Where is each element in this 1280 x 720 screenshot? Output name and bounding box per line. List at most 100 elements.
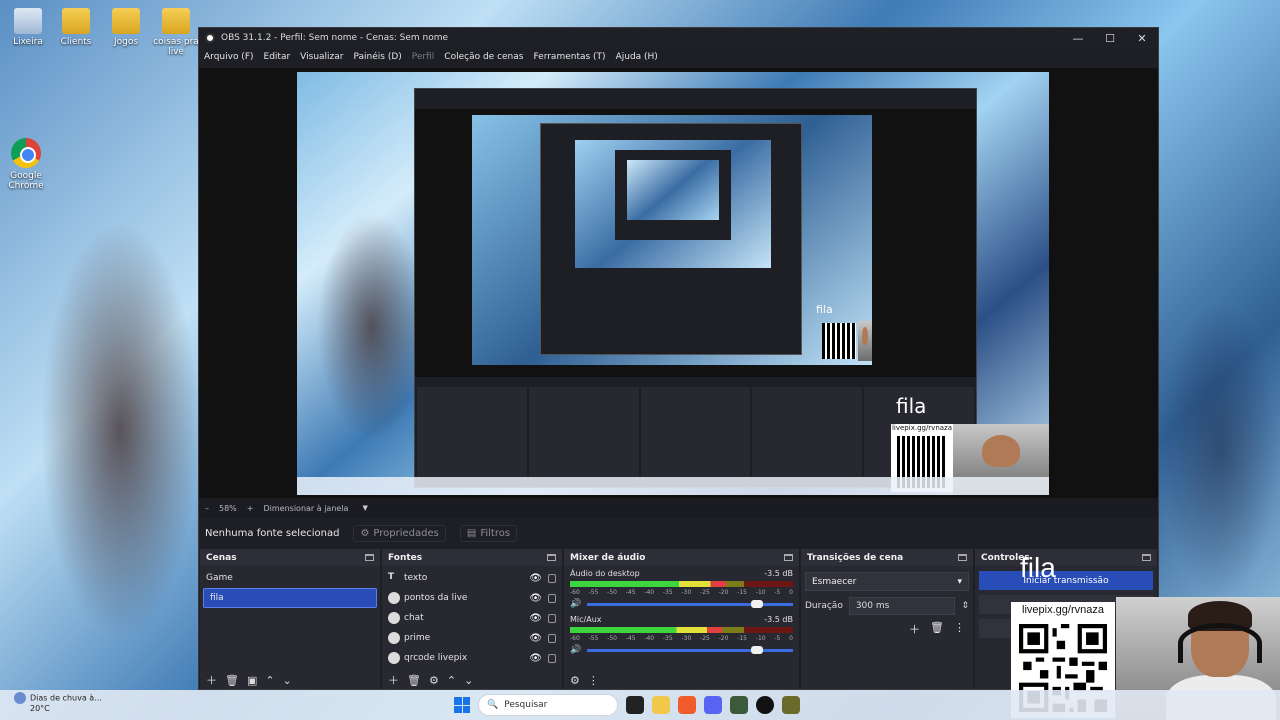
- undock-icon[interactable]: [784, 554, 793, 561]
- add-source-icon[interactable]: ＋: [388, 672, 399, 688]
- preview-area[interactable]: fila fila livepix.gg/rvnaza: [199, 68, 1158, 498]
- taskbar-apps: 🔍 Pesquisar: [454, 694, 800, 716]
- task-view-icon[interactable]: [626, 696, 644, 714]
- meter-tick-label: -25: [700, 589, 710, 596]
- menu-editar[interactable]: Editar: [264, 52, 291, 62]
- source-name: texto: [404, 573, 428, 583]
- eye-icon[interactable]: 👁: [529, 653, 542, 664]
- lock-icon[interactable]: [548, 613, 556, 623]
- scene-filters-icon[interactable]: ▣: [247, 674, 257, 687]
- source-item-pontos-da-live[interactable]: pontos da live 👁: [382, 588, 562, 608]
- desktop-icon-clients[interactable]: Clients: [48, 8, 104, 47]
- lock-icon[interactable]: [548, 633, 556, 643]
- eye-icon[interactable]: 👁: [529, 573, 542, 584]
- discord-icon[interactable]: [704, 696, 722, 714]
- filter-icon: ▤: [466, 527, 477, 539]
- nested-dock: [640, 387, 751, 485]
- more-options-icon[interactable]: ⋮: [954, 621, 965, 637]
- stepper-icon[interactable]: ⇕: [961, 601, 969, 611]
- desktop-icon-coisas-pra-live[interactable]: coisas pra live: [148, 8, 204, 57]
- eye-icon[interactable]: 👁: [529, 633, 542, 644]
- more-options-icon[interactable]: ⋮: [588, 674, 599, 687]
- game-app-icon[interactable]: [730, 696, 748, 714]
- meter-ticks: -60 -55 -50 -45 -40 -35 -30 -25 -20 -15 -10 -5 0: [570, 635, 793, 642]
- weather-temperature: 20°C: [30, 704, 50, 713]
- volume-slider-handle[interactable]: [751, 645, 763, 654]
- window-title: OBS 31.1.2 - Perfil: Sem nome - Cenas: S…: [221, 33, 449, 43]
- source-settings-icon[interactable]: ⚙: [429, 674, 439, 687]
- brave-browser-icon[interactable]: [678, 696, 696, 714]
- source-item-chat[interactable]: chat 👁: [382, 608, 562, 628]
- remove-source-icon[interactable]: 🗑: [407, 674, 421, 687]
- add-scene-icon[interactable]: ＋: [206, 672, 217, 688]
- move-up-icon[interactable]: ⌃: [265, 674, 274, 687]
- windows-start-icon[interactable]: [454, 697, 470, 713]
- duration-label: Duração: [805, 601, 843, 611]
- gear-icon: ⚙: [360, 527, 370, 539]
- canvas-queue-text: fila: [896, 394, 927, 418]
- meter-tick-label: -30: [681, 589, 692, 596]
- fit-to-window-button[interactable]: Dimensionar à janela: [263, 504, 348, 513]
- meter-tick-label: -35: [662, 589, 673, 596]
- menu-paineis[interactable]: Painéis (D): [353, 52, 401, 62]
- eye-icon[interactable]: 👁: [529, 593, 542, 604]
- remove-transition-icon[interactable]: 🗑: [930, 621, 944, 637]
- scale-bar: – 58% + Dimensionar à janela ▼: [199, 498, 1158, 518]
- taskbar-search[interactable]: 🔍 Pesquisar: [478, 694, 618, 716]
- lock-icon[interactable]: [548, 653, 556, 663]
- preview-canvas[interactable]: fila fila livepix.gg/rvnaza: [297, 72, 1049, 495]
- maximize-button[interactable]: ☐: [1094, 32, 1126, 45]
- close-button[interactable]: ✕: [1126, 32, 1158, 45]
- move-up-icon[interactable]: ⌃: [447, 674, 456, 687]
- source-name: prime: [404, 633, 431, 643]
- minimize-button[interactable]: —: [1062, 32, 1094, 45]
- scenes-title: Cenas: [206, 552, 237, 563]
- menu-visualizar[interactable]: Visualizar: [300, 52, 343, 62]
- eye-icon[interactable]: 👁: [529, 613, 542, 624]
- menu-colecao-de-cenas[interactable]: Coleção de cenas: [444, 52, 523, 62]
- volume-slider-handle[interactable]: [751, 599, 763, 608]
- menu-ferramentas[interactable]: Ferramentas (T): [533, 52, 605, 62]
- menu-arquivo[interactable]: Arquivo (F): [204, 52, 254, 62]
- obs-app-icon[interactable]: [756, 696, 774, 714]
- desktop-icon-jogos[interactable]: Jogos: [98, 8, 154, 47]
- game-launcher-icon[interactable]: [782, 696, 800, 714]
- move-down-icon[interactable]: ⌄: [464, 674, 473, 687]
- zoom-in-button[interactable]: +: [247, 504, 254, 513]
- start-streaming-button[interactable]: Iniciar transmissão: [979, 571, 1153, 590]
- scene-item-game[interactable]: Game: [200, 568, 380, 588]
- remove-scene-icon[interactable]: 🗑: [225, 674, 239, 687]
- controls-header: Controles: [975, 549, 1157, 566]
- lock-icon[interactable]: [548, 573, 556, 583]
- properties-button[interactable]: ⚙ Propriedades: [353, 524, 446, 542]
- volume-slider[interactable]: [587, 599, 793, 608]
- source-item-qrcode-livepix[interactable]: qrcode livepix 👁: [382, 648, 562, 668]
- volume-slider[interactable]: [587, 645, 793, 654]
- speaker-icon[interactable]: 🔊: [570, 645, 581, 655]
- move-down-icon[interactable]: ⌄: [283, 674, 292, 687]
- add-transition-icon[interactable]: ＋: [909, 621, 920, 637]
- lock-icon[interactable]: [548, 593, 556, 603]
- source-list: T texto 👁 pontos da live 👁 chat 👁 prime …: [382, 566, 562, 668]
- mixer-settings-icon[interactable]: ⚙: [570, 674, 580, 687]
- weather-widget[interactable]: Dias de chuva à... 20°C: [14, 692, 102, 713]
- undock-icon[interactable]: [365, 554, 374, 561]
- undock-icon[interactable]: [547, 554, 556, 561]
- desktop-icon-google-chrome[interactable]: Google Chrome: [0, 138, 54, 191]
- zoom-out-button[interactable]: –: [205, 504, 209, 513]
- title-bar[interactable]: OBS 31.1.2 - Perfil: Sem nome - Cenas: S…: [199, 28, 1158, 48]
- undock-icon[interactable]: [1142, 554, 1151, 561]
- chevron-down-icon[interactable]: ▼: [362, 504, 367, 512]
- duration-field[interactable]: 300 ms: [848, 597, 956, 615]
- transition-select[interactable]: Esmaecer ▾: [805, 572, 969, 591]
- filters-button[interactable]: ▤ Filtros: [459, 524, 518, 542]
- undock-icon[interactable]: [958, 554, 967, 561]
- meter-tick-label: -5: [774, 589, 781, 596]
- source-item-prime[interactable]: prime 👁: [382, 628, 562, 648]
- source-item-texto[interactable]: T texto 👁: [382, 568, 562, 588]
- speaker-icon[interactable]: 🔊: [570, 599, 581, 609]
- menu-ajuda[interactable]: Ajuda (H): [616, 52, 658, 62]
- menu-perfil[interactable]: Perfil: [412, 52, 435, 62]
- scene-item-fila[interactable]: fila: [203, 588, 377, 608]
- file-explorer-icon[interactable]: [652, 696, 670, 714]
